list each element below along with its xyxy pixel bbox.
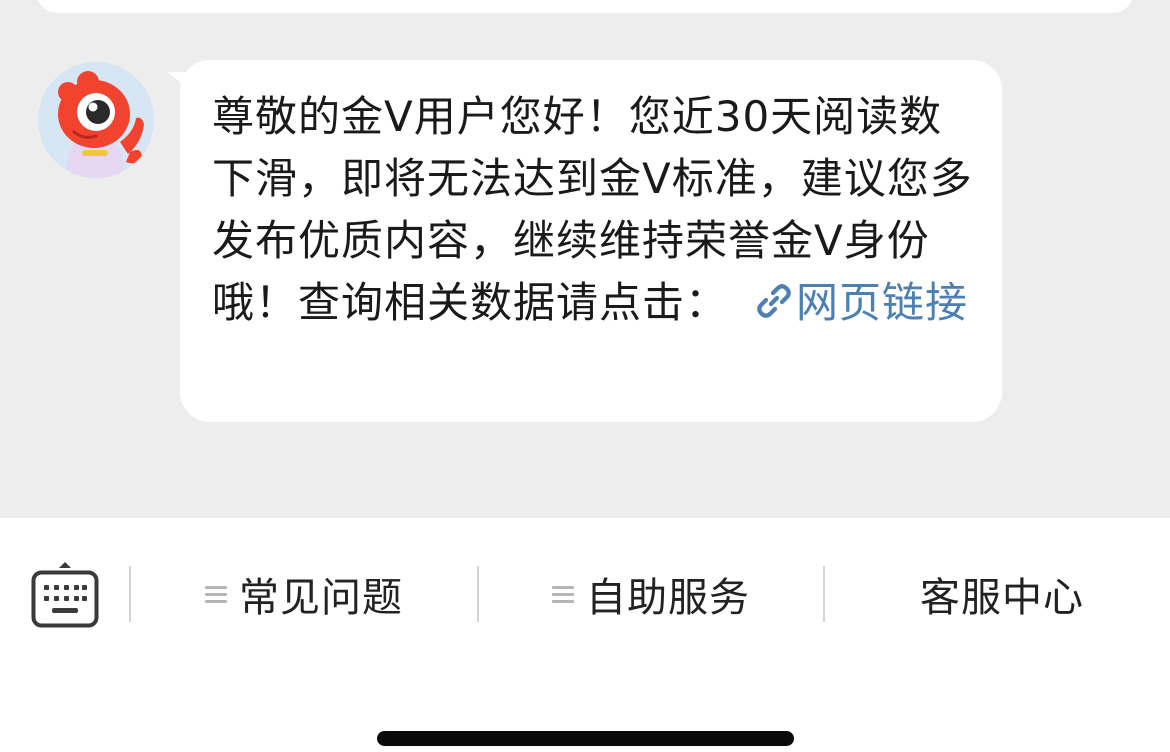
message-body: 尊敬的金V用户您好！您近30天阅读数下滑，即将无法达到金V标准，建议您多发布优质… — [212, 86, 982, 338]
faq-menu-button[interactable]: 常见问题 — [131, 566, 477, 622]
keyboard-toggle-button[interactable] — [30, 558, 100, 630]
self-service-label: 自助服务 — [586, 575, 750, 621]
menu-icon — [205, 582, 227, 607]
chat-area: 尊敬的金V用户您好！您近30天阅读数下滑，即将无法达到金V标准，建议您多发布优质… — [0, 0, 1170, 518]
web-link[interactable]: 网页链接 — [796, 278, 968, 327]
avatar[interactable] — [38, 62, 154, 178]
faq-label: 常见问题 — [239, 575, 403, 621]
mascot-avatar-icon — [38, 62, 154, 178]
menu-icon — [552, 582, 574, 607]
self-service-menu-button[interactable]: 自助服务 — [479, 566, 823, 622]
bottom-toolbar: 常见问题 自助服务 客服中心 — [0, 518, 1170, 752]
support-center-label: 客服中心 — [920, 575, 1084, 621]
home-indicator[interactable] — [377, 731, 794, 746]
keyboard-icon — [31, 562, 99, 628]
support-center-button[interactable]: 客服中心 — [825, 566, 1170, 622]
message-bubble: 尊敬的金V用户您好！您近30天阅读数下滑，即将无法达到金V标准，建议您多发布优质… — [180, 60, 1002, 422]
link-icon[interactable] — [754, 276, 794, 338]
previous-message-bubble — [36, 0, 1134, 13]
